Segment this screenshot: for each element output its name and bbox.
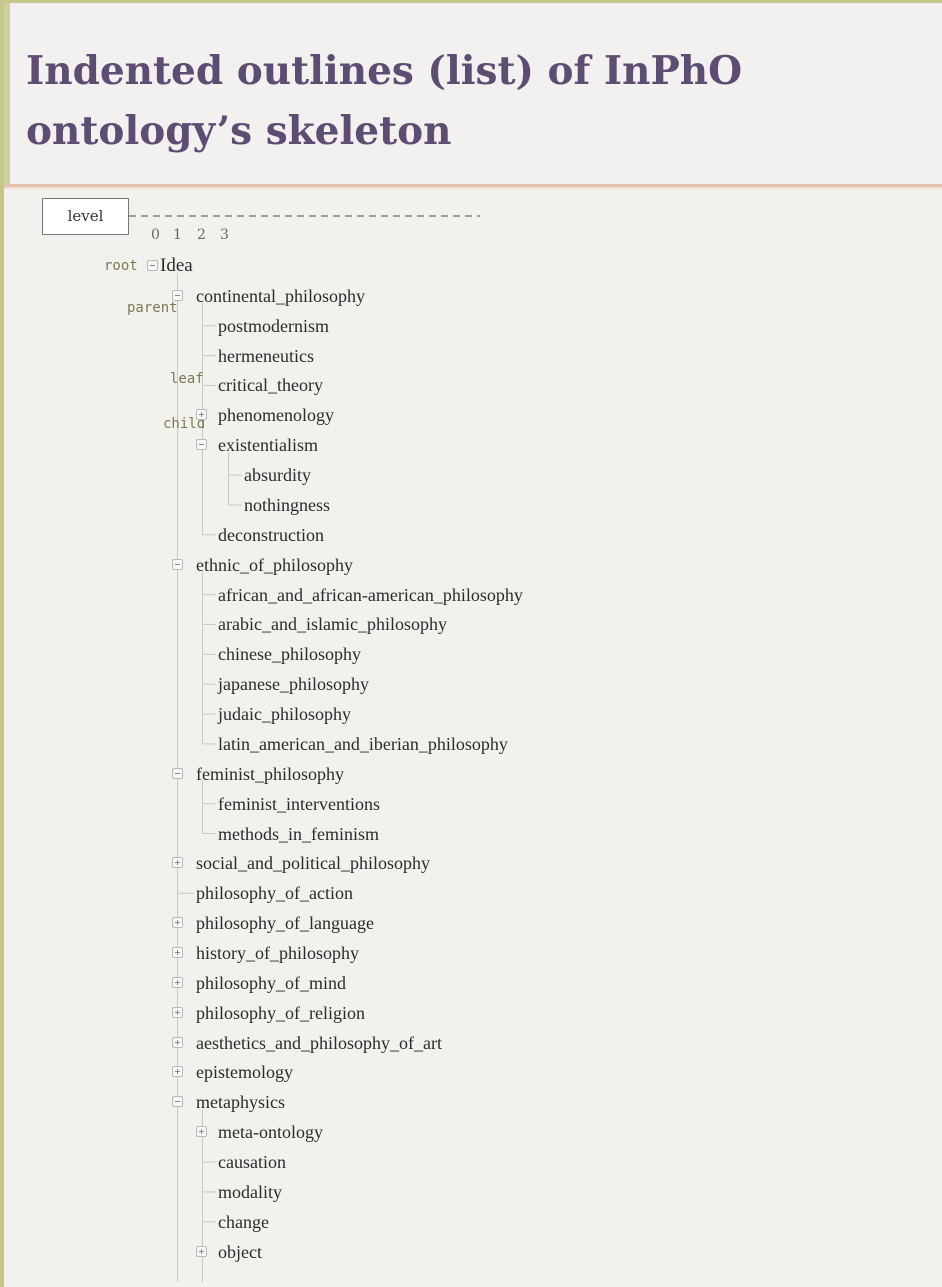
level-number: 1 xyxy=(173,227,182,243)
tree-node-level1[interactable]: philosophy_of_religion xyxy=(196,1002,365,1024)
annotation-root: root xyxy=(104,258,138,274)
tree-node-level1[interactable]: feminist_philosophy xyxy=(196,763,344,785)
page-title: Indented outlines (list) of InPhO ontolo… xyxy=(26,48,743,154)
tree-node-level2[interactable]: japanese_philosophy xyxy=(218,673,369,695)
tree-node-level1[interactable]: philosophy_of_mind xyxy=(196,972,346,994)
expand-icon[interactable] xyxy=(172,947,183,958)
expand-icon[interactable] xyxy=(196,1245,207,1257)
tree-node-level1[interactable]: social_and_political_philosophy xyxy=(196,852,430,874)
expand-icon[interactable] xyxy=(172,976,183,988)
collapse-icon[interactable] xyxy=(172,558,183,570)
tree-node-level2[interactable]: deconstruction xyxy=(218,524,324,546)
expand-icon[interactable] xyxy=(172,857,183,869)
tree-node-level2[interactable]: methods_in_feminism xyxy=(218,823,379,845)
level-number: 2 xyxy=(197,227,206,243)
tree-node-level2[interactable]: feminist_interventions xyxy=(218,793,380,815)
tree-node-level1[interactable]: epistemology xyxy=(196,1061,293,1083)
tree-node-level2[interactable]: judaic_philosophy xyxy=(218,703,351,725)
collapse-icon[interactable] xyxy=(172,767,183,779)
tree-root-node[interactable]: Idea xyxy=(160,255,193,277)
annotation-leaf: leaf xyxy=(170,371,204,387)
tree-node-level2[interactable]: existentialism xyxy=(218,434,318,456)
level-number: 0 xyxy=(151,227,160,243)
tree-node-level2[interactable]: object xyxy=(218,1241,262,1263)
tree-node-level1[interactable]: ethnic_of_philosophy xyxy=(196,554,353,576)
expand-icon[interactable] xyxy=(172,1006,183,1018)
expand-icon[interactable] xyxy=(196,409,207,421)
expand-icon[interactable] xyxy=(172,917,183,929)
collapse-icon[interactable] xyxy=(172,289,183,301)
tree-node-level2[interactable]: chinese_philosophy xyxy=(218,643,361,665)
tree-node-level1[interactable]: history_of_philosophy xyxy=(196,942,359,964)
header-panel: Indented outlines (list) of InPhO ontolo… xyxy=(4,3,942,186)
tree-node-level2[interactable]: causation xyxy=(218,1151,286,1173)
tree-node-level2[interactable]: phenomenology xyxy=(218,404,334,426)
tree-node-level1[interactable]: philosophy_of_action xyxy=(196,882,353,904)
tree-node-level3[interactable]: absurdity xyxy=(244,464,311,486)
collapse-icon[interactable] xyxy=(196,439,207,451)
level-label-box: level xyxy=(42,198,129,235)
tree-node-level1[interactable]: metaphysics xyxy=(196,1091,285,1113)
tree-node-level2[interactable]: arabic_and_islamic_philosophy xyxy=(218,613,447,635)
tree-node-level2[interactable]: latin_american_and_iberian_philosophy xyxy=(218,733,508,755)
tree-node-level1[interactable]: aesthetics_and_philosophy_of_art xyxy=(196,1032,442,1054)
expand-icon[interactable] xyxy=(172,1066,183,1078)
tree-node-level2[interactable]: hermeneutics xyxy=(218,345,314,367)
collapse-icon[interactable] xyxy=(147,260,158,271)
tree-node-level2[interactable]: modality xyxy=(218,1181,282,1203)
tree-node-level2[interactable]: change xyxy=(218,1211,269,1233)
annotation-parent: parent xyxy=(127,300,178,316)
level-number: 3 xyxy=(220,227,229,243)
expand-icon[interactable] xyxy=(172,1036,183,1048)
expand-icon[interactable] xyxy=(196,1126,207,1138)
tree-node-level2[interactable]: critical_theory xyxy=(218,374,323,396)
tree-node-level1[interactable]: continental_philosophy xyxy=(196,285,365,307)
tree-node-level2[interactable]: african_and_african-american_philosophy xyxy=(218,584,523,606)
collapse-icon[interactable] xyxy=(172,1096,183,1108)
tree-node-level2[interactable]: postmodernism xyxy=(218,315,329,337)
tree-node-level3[interactable]: nothingness xyxy=(244,494,330,516)
tree-node-level1[interactable]: philosophy_of_language xyxy=(196,912,374,934)
tree-node-level2[interactable]: meta-ontology xyxy=(218,1121,323,1143)
